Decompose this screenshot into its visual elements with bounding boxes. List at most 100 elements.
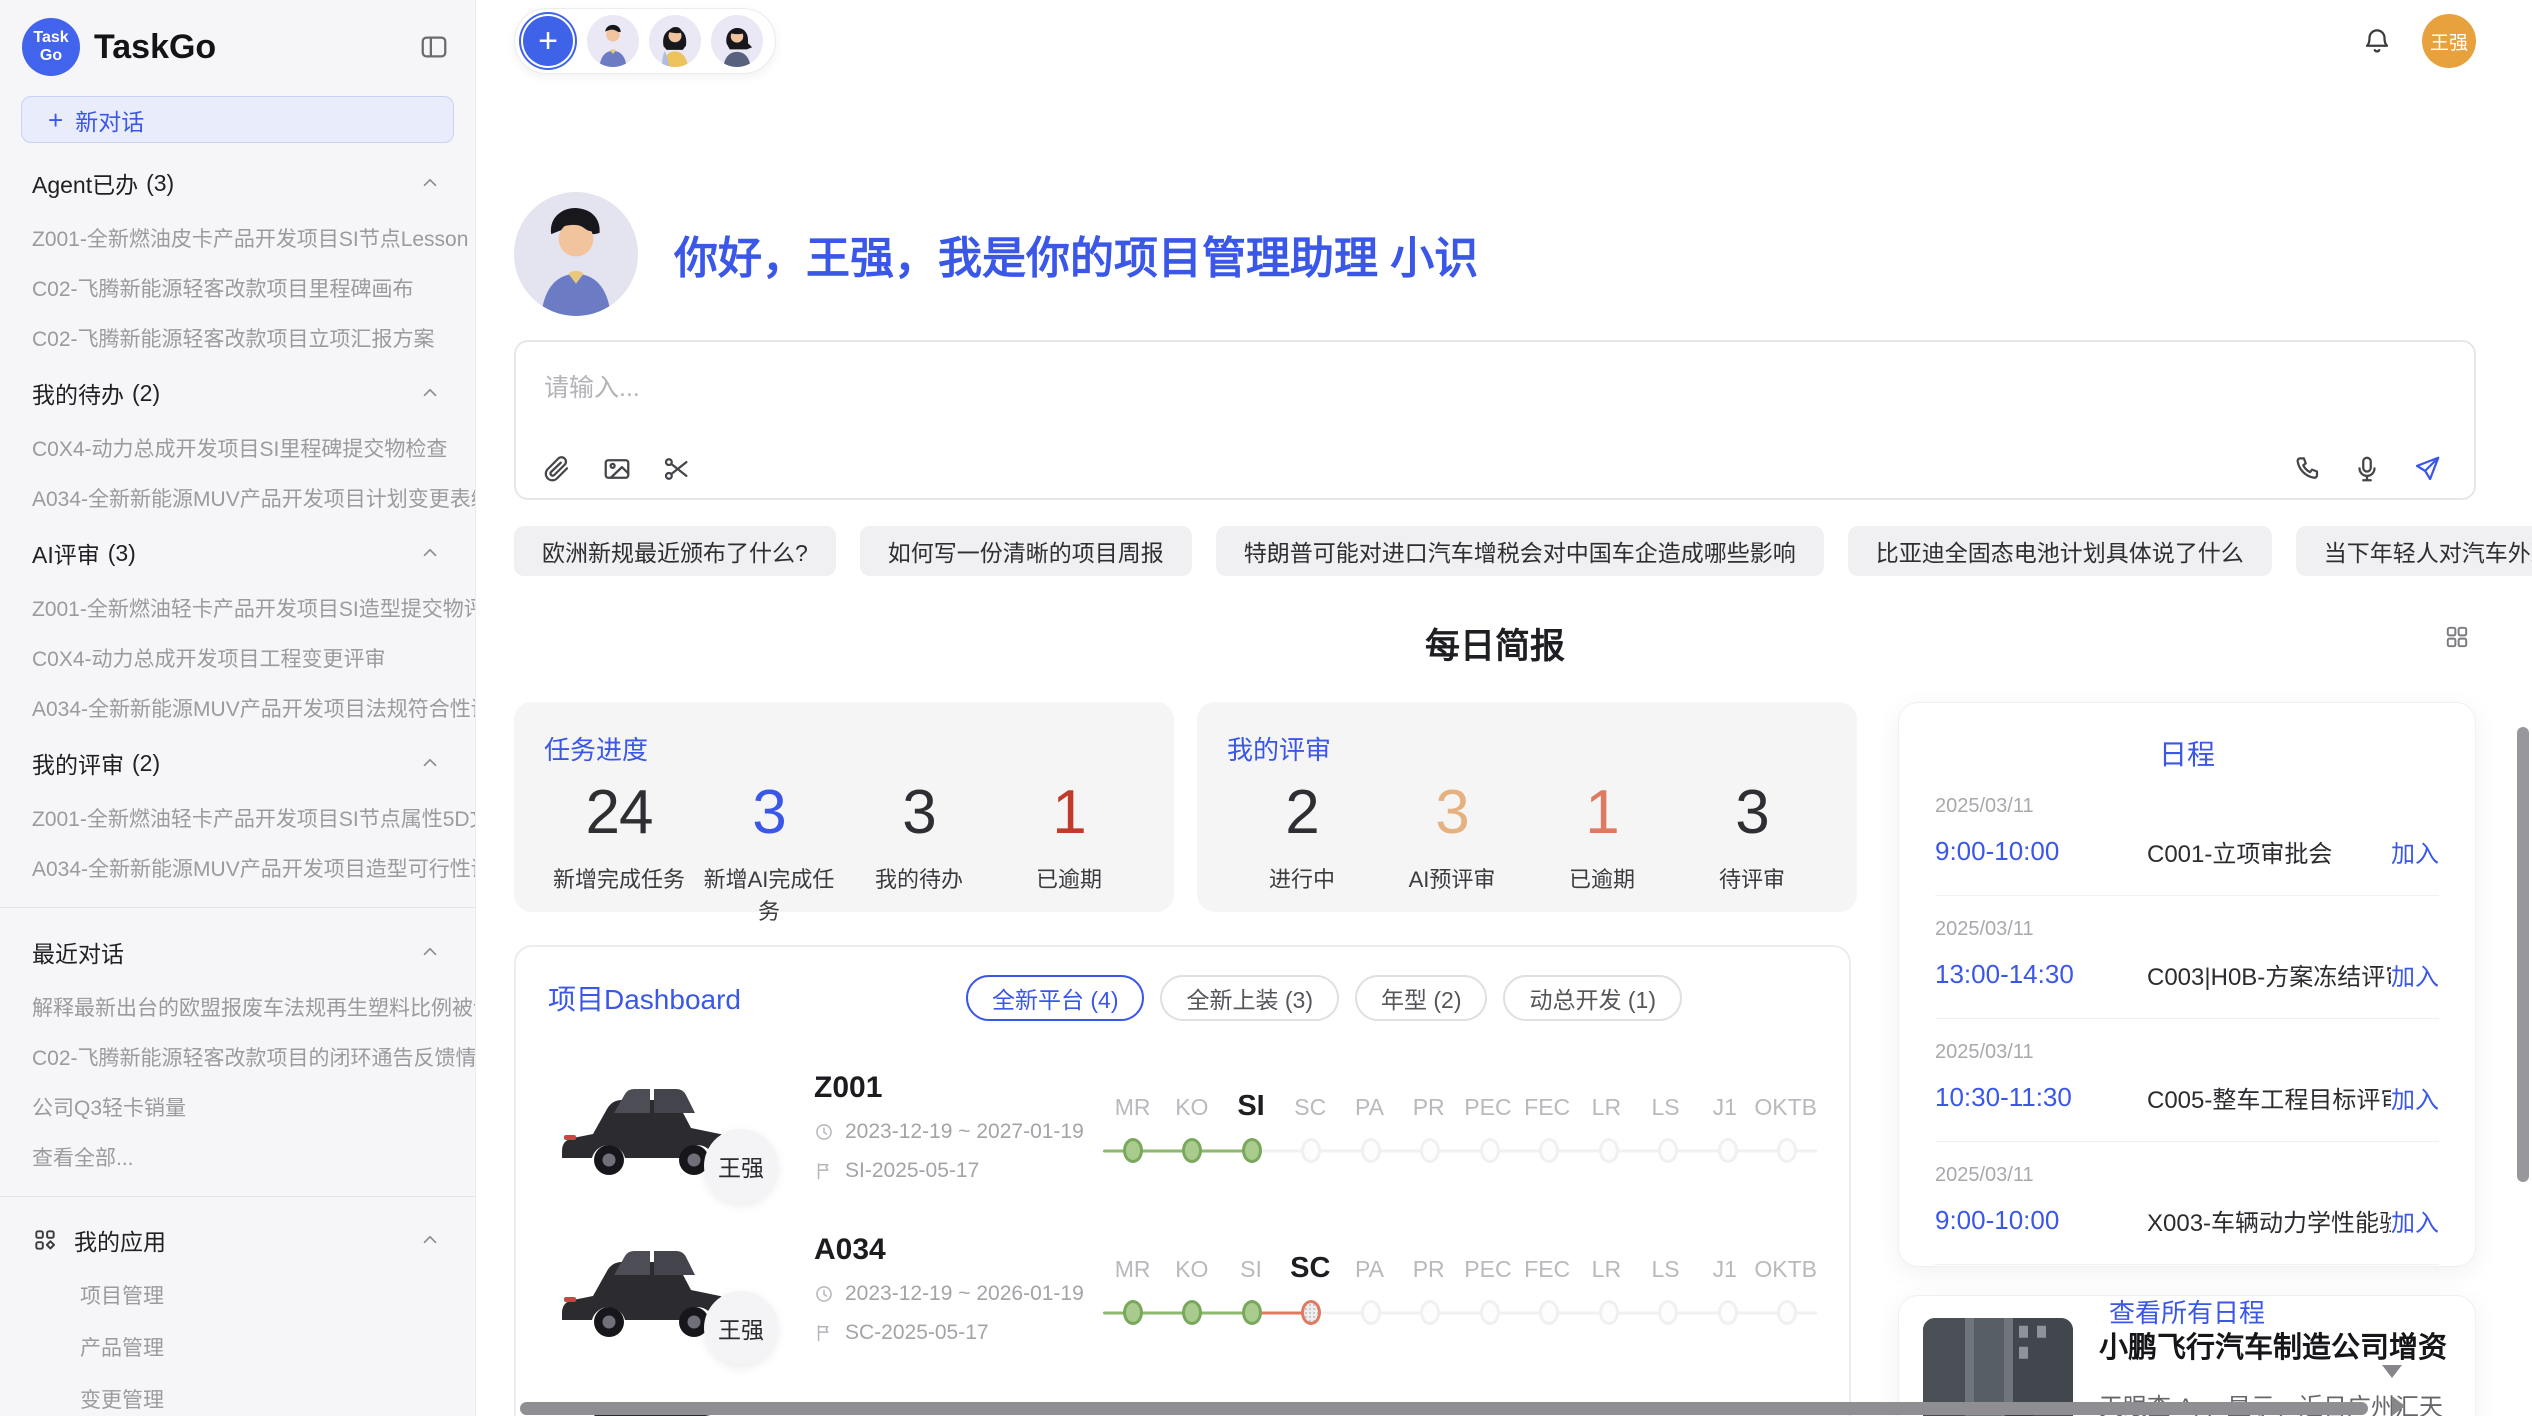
add-member-button[interactable]: + [523,16,573,66]
suggestion-chip[interactable]: 当下年轻人对汽车外观有怎样的喜好趋势 [2296,526,2532,576]
schedule-time: 10:30-11:30 [1935,1082,2147,1113]
stat-value: 24 [544,777,694,848]
project-next-milestone: SI-2025-05-17 [814,1159,1089,1183]
member-avatar[interactable] [649,15,701,67]
app-sub-item[interactable]: 变更管理 [0,1373,475,1416]
horizontal-scrollbar[interactable] [520,1402,2368,1415]
recent-view-all[interactable]: 查看全部... [0,1132,475,1182]
sidebar-task-item[interactable]: Z001-全新燃油轻卡产品开发项目SI节点属性5D文件评审 [0,793,475,843]
sidebar-group-header[interactable]: 我的评审(2) [0,733,475,793]
suggestion-chip[interactable]: 如何写一份清晰的项目周报 [860,526,1192,576]
stat-value: 3 [1377,777,1527,848]
attachment-icon[interactable] [542,454,572,484]
sidebar-group-header[interactable]: AI评审(3) [0,523,475,583]
vertical-scrollbar[interactable] [2517,727,2529,1182]
dashboard-filter-chip[interactable]: 全新平台 (4) [966,975,1145,1021]
my-apps-header[interactable]: 我的应用 [0,1211,475,1269]
suggestion-chip[interactable]: 比亚迪全固态电池计划具体说了什么 [1848,526,2272,576]
sidebar-group-header[interactable]: 我的待办(2) [0,363,475,423]
recent-chat-item[interactable]: C02-飞腾新能源轻客改款项目的闭环通告反馈情况 [0,1032,475,1082]
sidebar-group-title: Agent已办 [32,166,138,200]
app-logo: Task Go [22,18,80,76]
join-meeting-link[interactable]: 加入 [2391,1080,2439,1115]
project-row[interactable]: 王强 Z0012023-12-19 ~ 2027-01-19SI-2025-05-… [548,1071,1817,1183]
briefing-card: 我的评审2进行中3AI预评审1已逾期3待评审 [1197,702,1857,912]
stat-item: 3我的待办 [844,777,994,926]
project-info: Z0012023-12-19 ~ 2027-01-19SI-2025-05-17 [814,1071,1089,1183]
join-meeting-link[interactable]: 加入 [2391,957,2439,992]
milestone-label: J1 [1695,1094,1754,1121]
dashboard-filter-chip[interactable]: 全新上装 (3) [1160,975,1339,1021]
recent-chat-item[interactable]: 公司Q3轻卡销量 [0,1082,475,1132]
stat-label: 已逾期 [1527,862,1677,894]
daily-briefing-title: 每日简报 [1425,627,1565,666]
milestone-dot [1301,1138,1321,1163]
member-avatar[interactable] [711,15,763,67]
app-sub-item[interactable]: 项目管理 [0,1269,475,1321]
sidebar-group-header[interactable]: Agent已办(3) [0,153,475,213]
sidebar-task-item[interactable]: C0X4-动力总成开发项目SI里程碑提交物检查 [0,423,475,473]
milestone-dot [1777,1300,1797,1325]
scroll-down-arrow-icon[interactable] [2382,1365,2402,1378]
phone-icon[interactable] [2292,454,2322,484]
project-car-image: 王强 [548,1071,738,1183]
new-chat-button[interactable]: + 新对话 [21,96,454,143]
sidebar-task-item[interactable]: A034-全新新能源MUV产品开发项目造型可行性评审 [0,843,475,893]
milestone-label: PEC [1458,1256,1517,1283]
dashboard-filter-chip[interactable]: 年型 (2) [1355,975,1488,1021]
milestone-label: LR [1577,1094,1636,1121]
stat-value: 1 [1527,777,1677,848]
suggestion-chip[interactable]: 特朗普可能对进口汽车增税会对中国车企造成哪些影响 [1216,526,1824,576]
milestone-dot [1301,1300,1321,1325]
app-sub-item[interactable]: 产品管理 [0,1321,475,1373]
stat-label: 我的待办 [844,862,994,894]
sidebar-collapse-icon[interactable] [419,32,449,62]
schedule-item: 2025/03/1113:00-14:30C003|H0B-方案冻结评审加入 [1935,896,2439,1019]
stat-label: 新增完成任务 [544,862,694,894]
notification-bell-icon[interactable] [2362,26,2392,56]
milestone-dot [1539,1138,1559,1163]
sidebar-task-item[interactable]: C02-飞腾新能源轻客改款项目立项汇报方案 [0,313,475,363]
dashboard-filters: 全新平台 (4) 全新上装 (3) 年型 (2) 动总开发 (1) [966,975,1682,1021]
sidebar-task-item[interactable]: A034-全新新能源MUV产品开发项目法规符合性评审 [0,683,475,733]
schedule-item: 2025/03/1110:30-11:30C005-整车工程目标评审加入 [1935,1019,2439,1142]
microphone-icon[interactable] [2352,454,2382,484]
stat-label: 待评审 [1677,862,1827,894]
logo-text-top: Task [33,29,68,47]
sidebar-group: 我的评审(2)Z001-全新燃油轻卡产品开发项目SI节点属性5D文件评审A034… [0,733,475,893]
apps-grid-icon [32,1227,58,1253]
sidebar-task-item[interactable]: Z001-全新燃油轻卡产品开发项目SI造型提交物评审 [0,583,475,633]
chevron-up-icon [419,382,441,404]
sidebar-task-item[interactable]: Z001-全新燃油皮卡产品开发项目SI节点Lesson Learn报告 [0,213,475,263]
milestone-label: PR [1399,1256,1458,1283]
join-meeting-link[interactable]: 加入 [2391,1203,2439,1238]
sidebar-task-item[interactable]: C02-飞腾新能源轻客改款项目里程碑画布 [0,263,475,313]
stat-label: AI预评审 [1377,862,1527,894]
message-composer[interactable]: 请输入... [514,340,2476,500]
recent-chat-item[interactable]: 解释最新出台的欧盟报废车法规再生塑料比例被调至15%... [0,982,475,1032]
sidebar-task-item[interactable]: A034-全新新能源MUV产品开发项目计划变更表编写 [0,473,475,523]
project-owner-badge: 王强 [704,1129,778,1203]
send-icon[interactable] [2412,454,2442,484]
team-quick-pill: + [514,8,776,74]
join-meeting-link[interactable]: 加入 [2391,834,2439,869]
member-avatar[interactable] [587,15,639,67]
schedule-items: 2025/03/119:00-10:00C001-立项审批会加入2025/03/… [1935,773,2439,1265]
plus-icon: + [48,107,63,133]
scissors-icon[interactable] [662,454,692,484]
stat-item: 24 新增完成任务 [544,777,694,926]
image-icon[interactable] [602,454,632,484]
project-owner-badge: 王强 [704,1291,778,1365]
top-bar: + 王强 [514,10,2476,72]
sidebar-task-item[interactable]: C0X4-动力总成开发项目工程变更评审 [0,633,475,683]
project-row[interactable]: 王强A0342023-12-19 ~ 2026-01-19SC-2025-05-… [548,1233,1817,1345]
project-flag-text: SI-2025-05-17 [845,1159,979,1183]
stat-label: 已逾期 [994,862,1144,894]
layout-grid-icon[interactable] [2444,624,2470,650]
recent-chats-header[interactable]: 最近对话 [0,922,475,982]
user-avatar[interactable]: 王强 [2422,14,2476,68]
scroll-right-arrow-icon[interactable] [2392,1396,2405,1416]
suggestion-chip[interactable]: 欧洲新规最近颁布了什么? [514,526,836,576]
dashboard-filter-chip[interactable]: 动总开发 (1) [1503,975,1682,1021]
stat-item: 2进行中 [1227,777,1377,894]
